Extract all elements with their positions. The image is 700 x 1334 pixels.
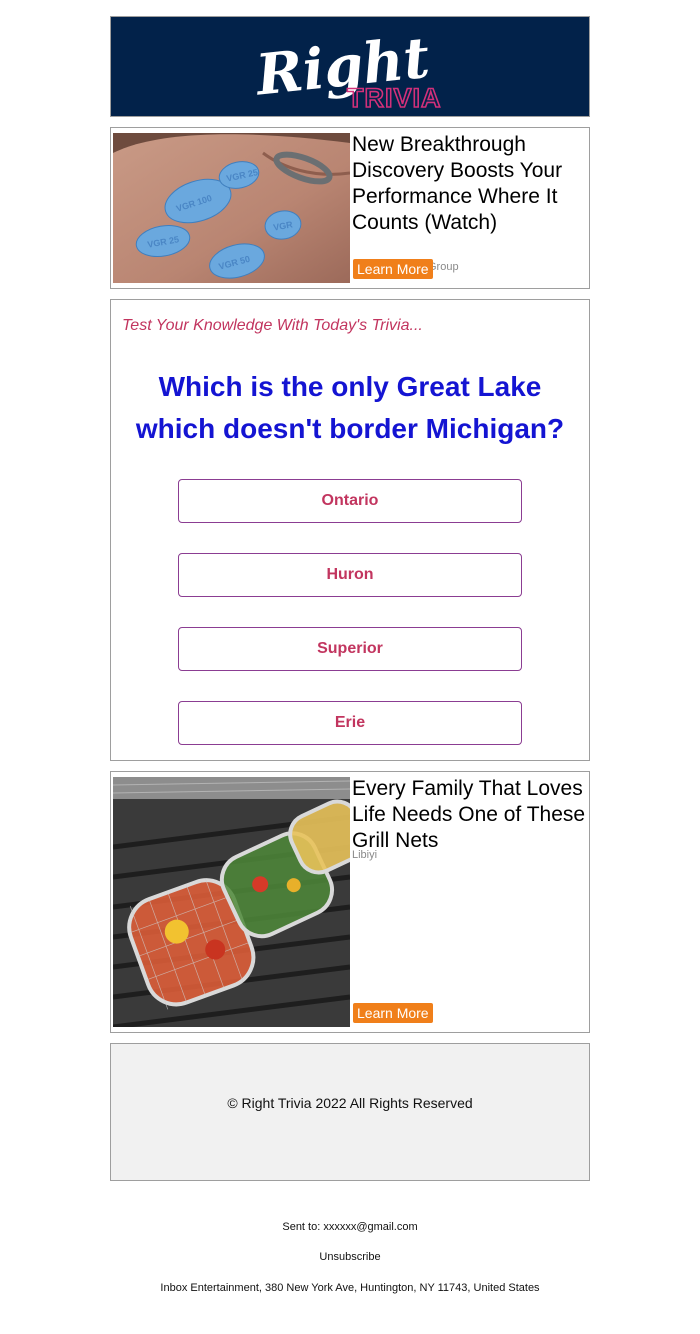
- company-address: Inbox Entertainment, 380 New York Ave, H…: [160, 1282, 540, 1294]
- ad-headline[interactable]: New Breakthrough Discovery Boosts Your P…: [352, 132, 586, 236]
- answer-button-ontario[interactable]: Ontario: [178, 479, 522, 523]
- logo-sub-text: TRIVIA: [347, 83, 442, 113]
- quiz-intro-text: Test Your Knowledge With Today's Trivia.…: [122, 317, 423, 334]
- learn-more-button[interactable]: Learn More: [353, 1003, 433, 1023]
- sponsored-ad-performance[interactable]: VGR 100 VGR 25 VGR 25 VGR 50 VGR New Bre…: [110, 127, 590, 289]
- header-banner: Right TRIVIA: [110, 16, 590, 117]
- quiz-question: Which is the only Great Lake which doesn…: [135, 371, 565, 444]
- sent-to-text: Sent to: xxxxxx@gmail.com: [282, 1221, 418, 1233]
- answer-button-huron[interactable]: Huron: [178, 553, 522, 597]
- ad-headline[interactable]: Every Family That Loves Life Needs One o…: [352, 776, 586, 854]
- copyright-text: © Right Trivia 2022 All Rights Reserved: [227, 1095, 473, 1111]
- learn-more-button[interactable]: Learn More: [353, 259, 433, 279]
- ad-image-pills[interactable]: VGR 100 VGR 25 VGR 25 VGR 50 VGR: [113, 133, 350, 283]
- answer-button-superior[interactable]: Superior: [178, 627, 522, 671]
- right-trivia-logo[interactable]: Right TRIVIA: [111, 17, 589, 116]
- answer-button-erie[interactable]: Erie: [178, 701, 522, 745]
- trivia-quiz-card: Test Your Knowledge With Today's Trivia.…: [110, 299, 590, 761]
- ad-image-grill-nets[interactable]: [113, 777, 350, 1027]
- footer-box: © Right Trivia 2022 All Rights Reserved: [110, 1043, 590, 1181]
- unsubscribe-link[interactable]: Unsubscribe: [0, 1251, 700, 1263]
- sponsored-ad-grill-nets[interactable]: Every Family That Loves Life Needs One o…: [110, 771, 590, 1033]
- ad-source-label: Libiyi: [352, 849, 378, 861]
